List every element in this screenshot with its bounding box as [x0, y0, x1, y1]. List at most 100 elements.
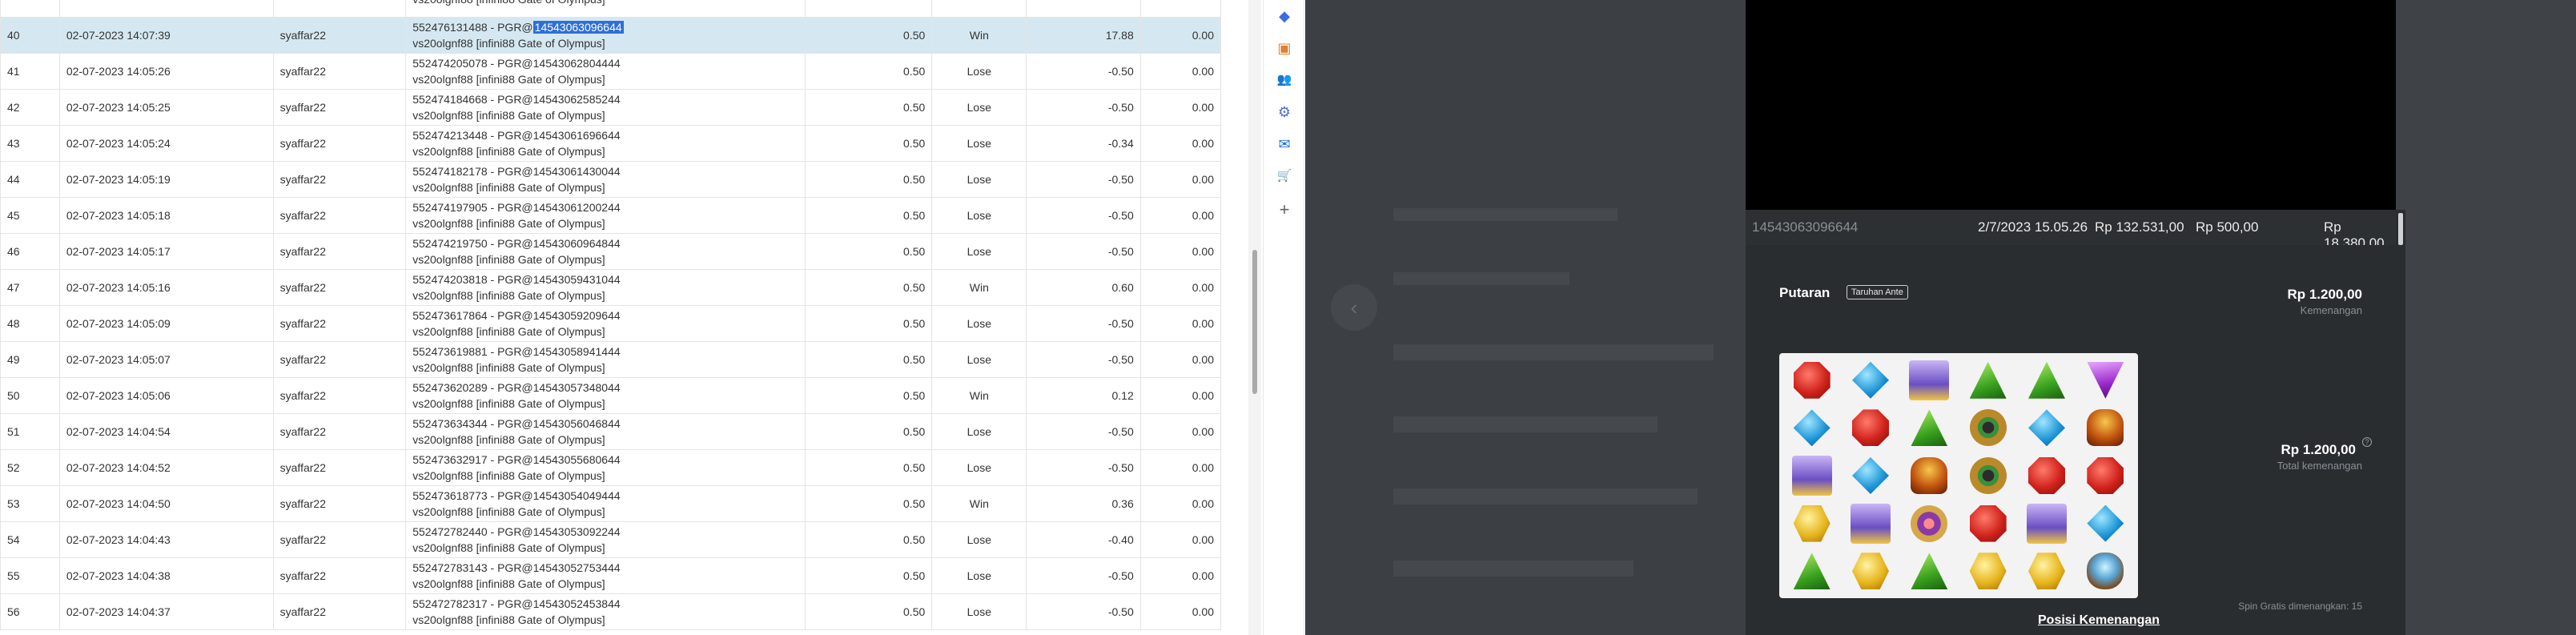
- row-detail-ref: 552473634344 - PGR@14543056046844: [412, 417, 621, 430]
- red-symbol-icon: [2027, 456, 2065, 494]
- round-balance: Rp 132.531,00: [2095, 219, 2184, 235]
- row-detail: 552473619881 - PGR@14543058941444 vs20olg…: [405, 341, 806, 378]
- win-positions-link[interactable]: Posisi Kemenangan: [2038, 613, 2160, 628]
- table-row[interactable]: vs20olgnf88 [infini88 Gate of Olympus]: [0, 0, 1221, 18]
- row-balance: 0.00: [1139, 521, 1221, 558]
- row-number: 51: [0, 413, 60, 450]
- reel-symbol: [1960, 549, 2015, 593]
- row-bet: 0.50: [805, 17, 933, 54]
- row-user: syaffar22: [272, 341, 407, 378]
- table-row[interactable]: 41 02-07-2023 14:05:26 syaffar22 5524742050…: [0, 53, 1221, 90]
- row-detail: 552474205078 - PGR@14543062804444 vs20olg…: [405, 53, 806, 90]
- cart-icon[interactable]: 🛒: [1275, 167, 1294, 186]
- row-balance: 0.00: [1139, 161, 1221, 198]
- row-profit: -0.34: [1026, 125, 1141, 162]
- panel-scrollbar[interactable]: [2396, 210, 2405, 635]
- table-row[interactable]: 47 02-07-2023 14:05:16 syaffar22 5524742038…: [0, 269, 1221, 306]
- row-user: syaffar22: [272, 557, 407, 594]
- total-win-label: Total kemenangan: [2277, 460, 2362, 472]
- row-detail-game: vs20olgnf88 [infini88 Gate of Olympus]: [412, 289, 605, 302]
- row-profit: 17.88: [1026, 17, 1141, 54]
- reel-symbol: [1784, 358, 1839, 403]
- row-detail-game: vs20olgnf88 [infini88 Gate of Olympus]: [412, 145, 605, 158]
- row-balance: 0.00: [1139, 485, 1221, 522]
- row-balance: 0.00: [1139, 377, 1221, 414]
- panel-scrollbar-thumb[interactable]: [2398, 213, 2403, 245]
- row-user: [272, 0, 407, 18]
- row-bet: 0.50: [805, 593, 933, 630]
- row-result: Lose: [931, 521, 1027, 558]
- reel-grid: [1779, 353, 2138, 598]
- reel-symbol: [2078, 549, 2133, 593]
- table-row[interactable]: 50 02-07-2023 14:05:06 syaffar22 5524736202…: [0, 377, 1221, 414]
- row-result: Win: [931, 17, 1027, 54]
- row-detail-game: vs20olgnf88 [infini88 Gate of Olympus]: [412, 253, 605, 266]
- table-row[interactable]: 55 02-07-2023 14:04:38 syaffar22 5524727831…: [0, 557, 1221, 594]
- row-detail-game: vs20olgnf88 [infini88 Gate of Olympus]: [412, 397, 605, 410]
- people-icon[interactable]: 👥: [1275, 70, 1294, 90]
- tag-icon[interactable]: ◆: [1275, 6, 1294, 26]
- blue-symbol-icon: [1793, 409, 1831, 447]
- hourglass-symbol-icon: [1911, 504, 1948, 542]
- table-row[interactable]: 52 02-07-2023 14:04:52 syaffar22 5524736329…: [0, 449, 1221, 486]
- row-bet: [805, 0, 933, 18]
- row-number: 47: [0, 269, 60, 306]
- back-button[interactable]: ‹: [1331, 284, 1377, 331]
- info-icon[interactable]: ?: [2362, 437, 2372, 447]
- table-row[interactable]: 49 02-07-2023 14:05:07 syaffar22 5524736198…: [0, 341, 1221, 378]
- chevron-left-icon: ‹: [1350, 295, 1358, 320]
- row-detail-ref: 552473617864 - PGR@14543059209644: [412, 309, 621, 322]
- row-number: 48: [0, 305, 60, 342]
- row-user: syaffar22: [272, 197, 407, 234]
- row-detail: 552474197905 - PGR@14543061200244 vs20olg…: [405, 197, 806, 234]
- row-bet: 0.50: [805, 53, 933, 90]
- reel-symbol: [1902, 549, 1957, 593]
- total-win-amount: Rp 1.200,00: [2281, 442, 2356, 457]
- row-user: syaffar22: [272, 485, 407, 522]
- row-result: Lose: [931, 53, 1027, 90]
- add-sidebar-item-button[interactable]: +: [1275, 200, 1294, 219]
- row-bet: 0.50: [805, 233, 933, 270]
- row-result: Lose: [931, 125, 1027, 162]
- row-detail: 552472783143 - PGR@14543052753444 vs20olg…: [405, 557, 806, 594]
- row-result: Win: [931, 269, 1027, 306]
- row-number: 40: [0, 17, 60, 54]
- table-row[interactable]: 54 02-07-2023 14:04:43 syaffar22 5524727824…: [0, 521, 1221, 558]
- round-info-bar: 14543063096644 2/7/2023 15.05.26 Rp 132.…: [1746, 210, 2396, 251]
- row-bet: 0.50: [805, 197, 933, 234]
- row-result: Lose: [931, 449, 1027, 486]
- table-row[interactable]: 46 02-07-2023 14:05:17 syaffar22 5524742197…: [0, 233, 1221, 270]
- purple-symbol-icon: [2087, 361, 2124, 399]
- table-scrollbar-thumb[interactable]: [1252, 250, 1257, 394]
- row-detail-game: vs20olgnf88 [infini88 Gate of Olympus]: [412, 325, 605, 338]
- outlook-icon[interactable]: ✉: [1275, 135, 1294, 154]
- row-time: 02-07-2023 14:04:38: [58, 557, 274, 594]
- settings-icon[interactable]: ⚙: [1275, 102, 1294, 122]
- table-row[interactable]: 51 02-07-2023 14:04:54 syaffar22 5524736343…: [0, 413, 1221, 450]
- table-row[interactable]: 44 02-07-2023 14:05:19 syaffar22 5524741821…: [0, 161, 1221, 198]
- row-profit: 0.60: [1026, 269, 1141, 306]
- table-row[interactable]: 56 02-07-2023 14:04:37 syaffar22 5524727823…: [0, 593, 1221, 630]
- table-row[interactable]: 40 02-07-2023 14:07:39 syaffar22 5524761314…: [0, 17, 1221, 54]
- table-row[interactable]: 42 02-07-2023 14:05:25 syaffar22 5524741846…: [0, 89, 1221, 126]
- table-row[interactable]: 48 02-07-2023 14:05:09 syaffar22 5524736178…: [0, 305, 1221, 342]
- table-row[interactable]: 43 02-07-2023 14:05:24 syaffar22 5524742134…: [0, 125, 1221, 162]
- row-bet: 0.50: [805, 377, 933, 414]
- row-user: syaffar22: [272, 17, 407, 54]
- row-detail: 552473618773 - PGR@14543054049444 vs20olg…: [405, 485, 806, 522]
- row-detail: 552473617864 - PGR@14543059209644 vs20olg…: [405, 305, 806, 342]
- round-detail-panel: Putaran Taruhan Ante Rp 1.200,00 Kemenan…: [1746, 245, 2396, 635]
- row-number: 53: [0, 485, 60, 522]
- reel-symbol: [2019, 549, 2074, 593]
- row-detail-ref: 552474184668 - PGR@14543062585244: [412, 93, 621, 106]
- row-bet: 0.50: [805, 89, 933, 126]
- reel-symbol: [1902, 501, 1957, 546]
- table-row[interactable]: 45 02-07-2023 14:05:18 syaffar22 5524741979…: [0, 197, 1221, 234]
- table-scrollbar[interactable]: [1248, 0, 1261, 635]
- row-detail-ref: 552474203818 - PGR@14543059431044: [412, 273, 621, 286]
- zeus-symbol-icon: [1791, 455, 1832, 496]
- row-time: 02-07-2023 14:04:37: [58, 593, 274, 630]
- toolbox-icon[interactable]: ▣: [1275, 38, 1294, 58]
- table-row[interactable]: 53 02-07-2023 14:04:50 syaffar22 5524736187…: [0, 485, 1221, 522]
- reel-symbol: [2078, 453, 2133, 498]
